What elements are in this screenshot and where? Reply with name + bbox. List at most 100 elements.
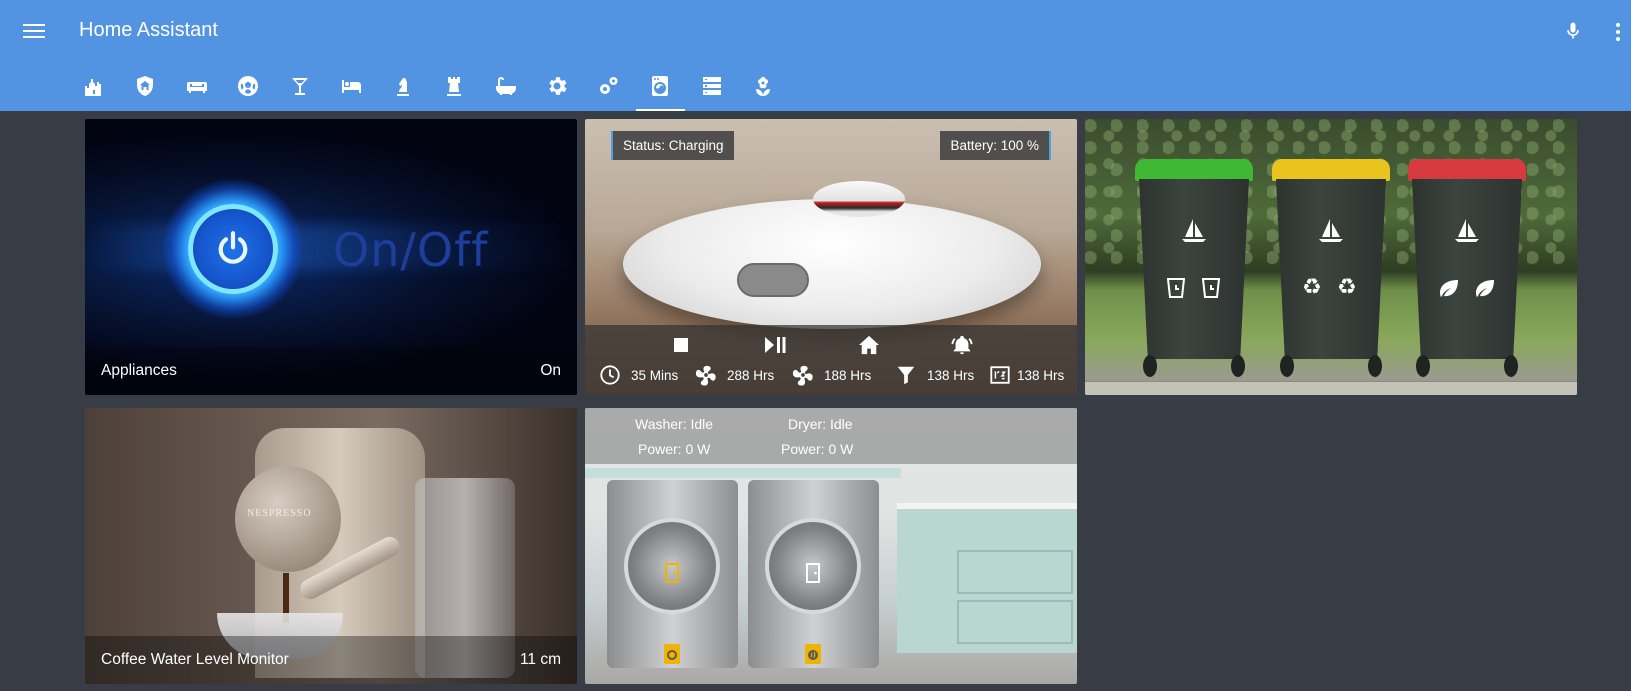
sailboat-logo-icon — [1455, 219, 1479, 242]
machine-head — [235, 466, 341, 572]
coffee-card[interactable]: NESPRESSO Coffee Water Level Monitor 11 … — [85, 408, 577, 684]
drink-cup-icon — [1201, 278, 1221, 298]
dryer-door-icon[interactable] — [804, 562, 822, 584]
coffee-state[interactable]: 11 cm — [520, 651, 561, 669]
settings-gears-icon — [599, 77, 618, 94]
coffee-name: Coffee Water Level Monitor — [101, 651, 289, 668]
app-header: Home Assistant — [0, 0, 1631, 111]
view-tabs — [68, 64, 789, 111]
cocktail-glass-icon — [291, 78, 308, 95]
drink-cup-icon — [1166, 278, 1186, 298]
tab-server[interactable] — [686, 64, 738, 111]
washer-power: Power: 0 W — [638, 441, 711, 457]
nespresso-brand: NESPRESSO — [247, 508, 312, 519]
tab-security[interactable] — [120, 64, 172, 111]
vacuum-control-bar: 35 Mins 288 Hrs 188 Hrs 138 Hrs 138 Hrs — [585, 325, 1077, 395]
washing-machine-icon — [652, 76, 669, 96]
green-lid-bin — [1135, 159, 1253, 377]
power-icon — [218, 231, 248, 264]
washer-door-icon[interactable] — [663, 562, 681, 584]
chess-knight-icon — [396, 78, 409, 96]
chess-rook-icon — [447, 77, 462, 96]
vacuum-bumper-sensor — [737, 263, 809, 297]
tab-games[interactable] — [223, 64, 275, 111]
bin-lid-green — [1135, 159, 1253, 181]
server-icon — [702, 77, 721, 95]
vacuum-card[interactable]: Status: Charging Battery: 100 % 35 Mins … — [585, 119, 1077, 395]
washer-status: Washer: Idle — [635, 416, 714, 432]
laundry-status-bar: Washer: Idle Power: 0 W Dryer: Idle Powe… — [585, 408, 1077, 464]
red-lid-bin — [1408, 159, 1526, 377]
stop-icon[interactable] — [670, 335, 692, 355]
app-title: Home Assistant — [79, 19, 218, 41]
side-brush-value: 188 Hrs — [824, 367, 872, 383]
bed-icon — [342, 80, 362, 93]
menu-icon[interactable] — [22, 20, 46, 42]
sensor-counter-icon — [990, 366, 1010, 384]
sofa-icon — [186, 82, 207, 93]
light-streak — [85, 224, 577, 270]
main-brush-value: 288 Hrs — [727, 367, 775, 383]
vacuum-lidar — [813, 181, 905, 217]
tab-knight[interactable] — [377, 64, 429, 111]
laundry-card[interactable]: Washer: Idle Power: 0 W Dryer: Idle Powe… — [585, 408, 1077, 684]
appliances-state[interactable]: On — [540, 362, 561, 380]
microphone-icon[interactable] — [1563, 19, 1583, 43]
sailboat-logo-icon — [1182, 219, 1206, 242]
side-brush-stat: 188 Hrs — [792, 363, 871, 387]
recycle-icon: ♻ — [1337, 275, 1357, 300]
fan-icon — [792, 365, 813, 386]
tab-garden[interactable] — [738, 64, 790, 111]
on-off-image-text: On/Off — [333, 223, 489, 277]
dryer-power: Power: 0 W — [781, 441, 854, 457]
appliances-footer: Appliances On — [85, 347, 577, 395]
curb — [1085, 381, 1577, 395]
play-pause-icon[interactable] — [765, 335, 787, 355]
tab-automations[interactable] — [583, 64, 635, 111]
sailboat-logo-icon — [1319, 219, 1343, 242]
bathtub-icon — [495, 77, 516, 95]
flower-icon — [756, 77, 771, 96]
vacuum-battery-chip: Battery: 100 % — [940, 131, 1051, 160]
laundry-counter — [585, 468, 901, 478]
soccer-ball-icon — [238, 76, 259, 96]
bin-lid-red — [1408, 159, 1526, 181]
washer-machine-icon[interactable] — [663, 643, 681, 665]
settings-gear-icon — [549, 77, 567, 95]
appliances-name: Appliances — [101, 362, 177, 379]
tab-bedroom[interactable] — [326, 64, 378, 111]
leaf-icon — [1476, 280, 1494, 297]
dryer-status: Dryer: Idle — [788, 416, 853, 432]
cleaning-time-stat: 35 Mins — [599, 363, 678, 387]
cleaning-time-value: 35 Mins — [631, 367, 679, 383]
vacuum-status-chip: Status: Charging — [611, 131, 734, 160]
tab-living-room[interactable] — [171, 64, 223, 111]
bin-lid-yellow — [1272, 159, 1390, 181]
sensor-stat: 138 Hrs — [989, 363, 1064, 387]
cabinet-drawer-2 — [957, 600, 1073, 644]
tab-rook[interactable] — [429, 64, 481, 111]
filter-stat: 138 Hrs — [895, 363, 974, 387]
home-icon[interactable] — [858, 335, 880, 355]
recycle-icon: ♻ — [1302, 275, 1322, 300]
clock-icon — [600, 365, 620, 385]
bell-ring-icon[interactable] — [951, 335, 973, 355]
yellow-lid-bin: ♻ ♻ — [1272, 159, 1390, 377]
dryer-machine-icon[interactable] — [804, 643, 822, 665]
tab-settings[interactable] — [532, 64, 584, 111]
leaf-icon — [1440, 280, 1458, 297]
filter-value: 138 Hrs — [927, 367, 975, 383]
main-brush-stat: 288 Hrs — [695, 363, 774, 387]
filter-icon — [897, 366, 915, 385]
tab-laundry[interactable] — [635, 64, 687, 111]
tab-castle[interactable] — [68, 64, 120, 111]
appliances-card[interactable]: On/Off Appliances On — [85, 119, 577, 395]
bins-card[interactable]: ♻ ♻ — [1085, 119, 1577, 395]
tab-bathroom[interactable] — [480, 64, 532, 111]
tab-bar[interactable] — [274, 64, 326, 111]
fan-icon — [695, 365, 716, 386]
cabinet-drawer-1 — [957, 550, 1073, 594]
dots-vertical-icon[interactable] — [1608, 20, 1628, 44]
vacuum-body — [623, 199, 1041, 329]
sensor-value: 138 Hrs — [1017, 367, 1065, 383]
